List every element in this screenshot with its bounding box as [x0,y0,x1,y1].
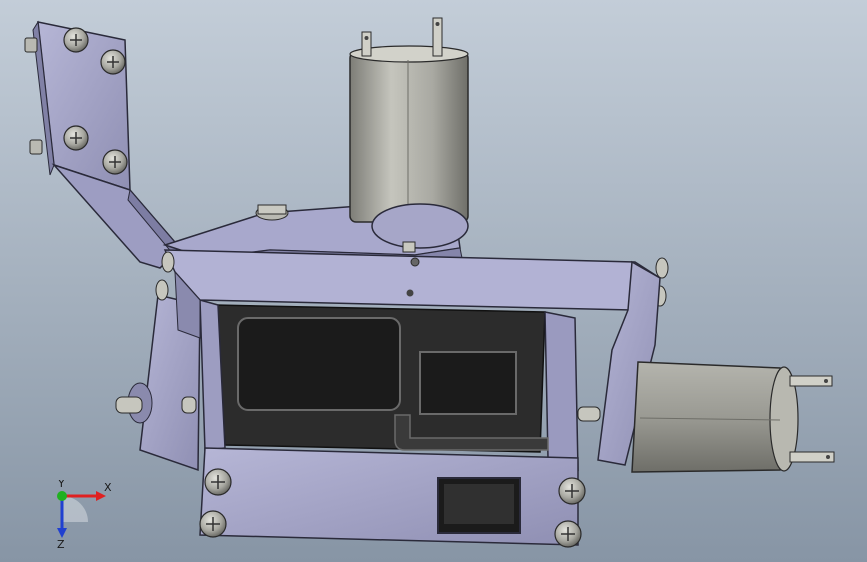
side-motor-terminal-1 [789,375,833,387]
front-screw-bottom-left [199,510,227,538]
front-window [437,477,521,534]
upper-motor-terminal-2 [432,17,443,57]
assembly-model[interactable] [0,0,867,562]
large-compartment [237,317,401,411]
bracket-screw-1 [63,27,89,53]
upper-motor-terminal-1 [361,31,372,57]
side-motor[interactable] [631,361,799,473]
z-axis-arrow-icon [57,528,67,538]
arm-bolt [255,204,289,221]
shaft-pin [402,241,416,253]
front-screw-top-right [558,477,586,505]
x-axis-label: X [104,481,112,494]
bracket-screw-2 [100,49,126,75]
bracket-screw-4 [102,149,128,175]
front-screw-bottom-right [554,520,582,548]
bracket-screw-3 [63,125,89,151]
y-axis-dot-icon [57,491,67,501]
side-motor-terminal-2 [789,451,835,463]
z-axis-label: Z [57,538,65,550]
upper-motor[interactable] [349,45,469,249]
small-compartment [419,351,517,415]
y-axis-label: Y [57,480,65,490]
right-pivot-pin [577,406,601,422]
cad-viewport[interactable]: X Y Z [0,0,867,562]
front-screw-top-left [204,468,232,496]
orientation-triad[interactable]: X Y Z [40,480,120,550]
